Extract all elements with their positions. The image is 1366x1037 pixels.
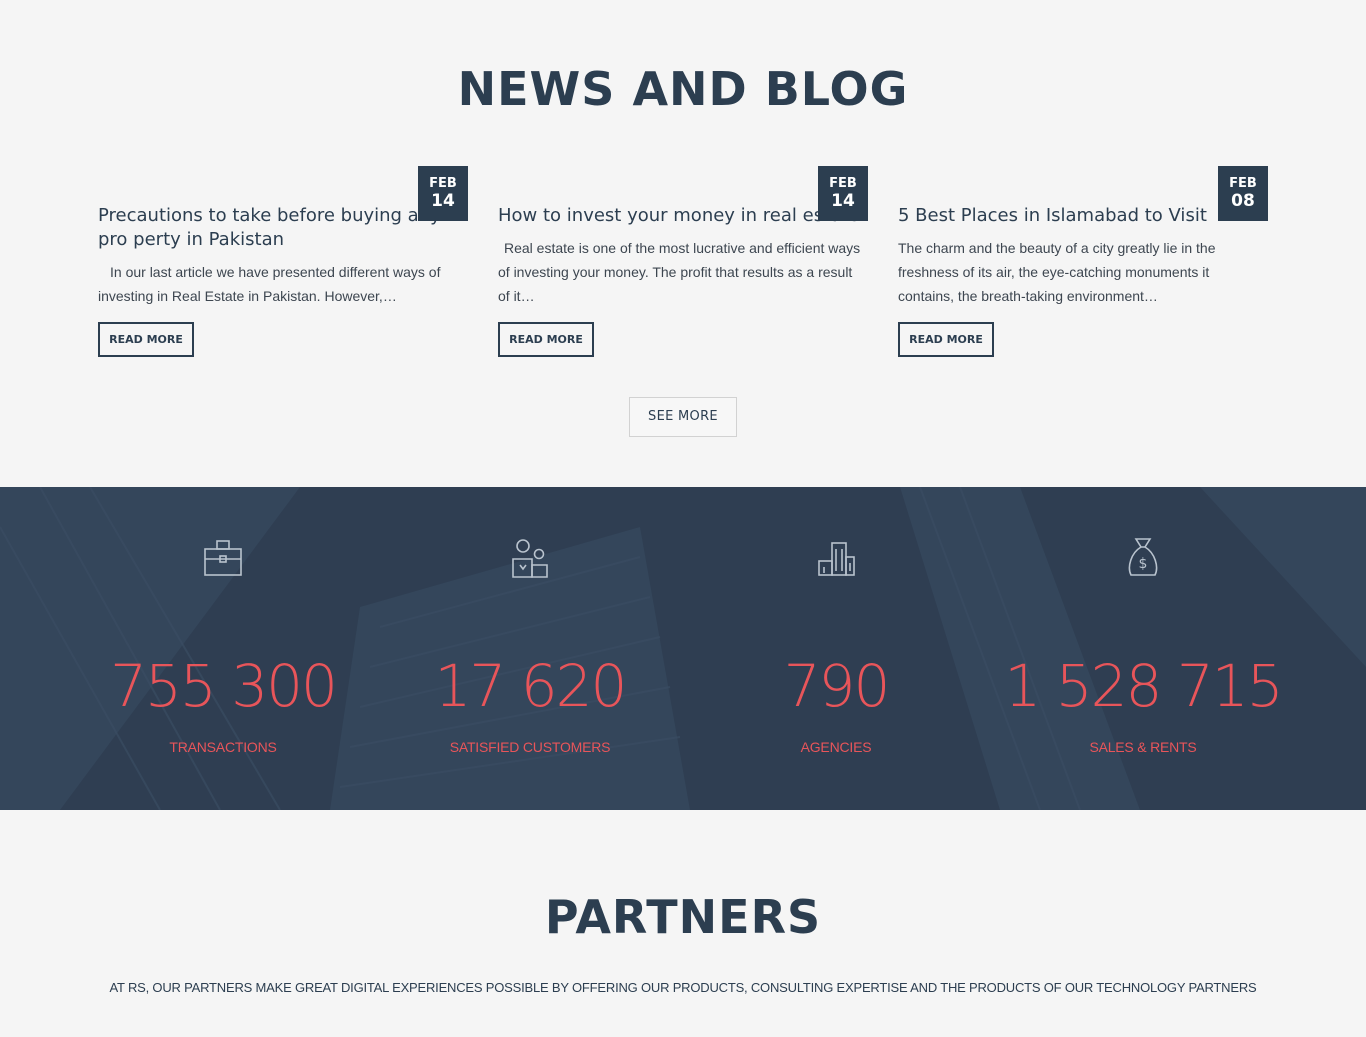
read-more-button[interactable]: READ MORE [98,322,194,357]
stat-value: 1 528 715 [1004,652,1283,720]
read-more-button[interactable]: READ MORE [898,322,994,357]
money-bag-icon: $ [1128,538,1158,576]
blog-card-excerpt: The charm and the beauty of a city great… [898,240,1216,304]
stat-transactions: 755 300 TRANSACTIONS [53,487,393,810]
blog-card-excerpt: In our last article we have presented di… [98,264,441,304]
date-day: 08 [1231,191,1255,211]
stat-label: AGENCIES [800,739,872,755]
svg-text:$: $ [1139,556,1148,572]
date-badge: FEB 14 [418,166,468,221]
blog-card: FEB 14 Precautions to take before buying… [98,166,468,366]
blog-card-excerpt: Real estate is one of the most lucrative… [498,240,861,304]
date-day: 14 [831,191,855,211]
stat-customers: 17 620 SATISFIED CUSTOMERS [360,487,700,810]
stat-label: SATISFIED CUSTOMERS [449,739,611,755]
stat-value: 790 [783,652,891,720]
stat-label: TRANSACTIONS [169,739,277,755]
partners-description: AT RS, OUR PARTNERS MAKE GREAT DIGITAL E… [109,980,1257,995]
building-icon [818,542,855,576]
blog-card-title[interactable]: How to invest your money in real estate [498,204,859,228]
blog-card-title[interactable]: 5 Best Places in Islamabad to Visit [898,204,1258,228]
date-badge: FEB 14 [818,166,868,221]
stat-label: SALES & RENTS [1089,739,1197,755]
date-badge: FEB 08 [1218,166,1268,221]
stats-section: 755 300 TRANSACTIONS 17 620 SATISFIED CU… [0,487,1366,810]
see-more-button[interactable]: SEE MORE [629,397,737,437]
date-month: FEB [829,176,857,191]
blog-card-title[interactable]: Precautions to take before buying any pr… [98,204,460,252]
read-more-button[interactable]: READ MORE [498,322,594,357]
briefcase-icon [204,540,242,576]
partners-section: PARTNERS AT RS, OUR PARTNERS MAKE GREAT … [0,810,1366,1037]
date-month: FEB [1229,176,1257,191]
blog-card: FEB 08 5 Best Places in Islamabad to Vis… [898,166,1268,366]
stat-agencies: 790 AGENCIES [666,487,1006,810]
stat-sales-rents: $ 1 528 715 SALES & RENTS [973,487,1313,810]
stat-value: 17 620 [434,652,628,720]
blog-card: FEB 14 How to invest your money in real … [498,166,868,366]
date-day: 14 [431,191,455,211]
stat-value: 755 300 [110,652,338,720]
date-month: FEB [429,176,457,191]
news-section: NEWS AND BLOG FEB 14 Precautions to take… [0,0,1366,487]
customers-icon [512,539,548,578]
news-title: NEWS AND BLOG [457,62,909,116]
partners-title: PARTNERS [544,890,822,944]
